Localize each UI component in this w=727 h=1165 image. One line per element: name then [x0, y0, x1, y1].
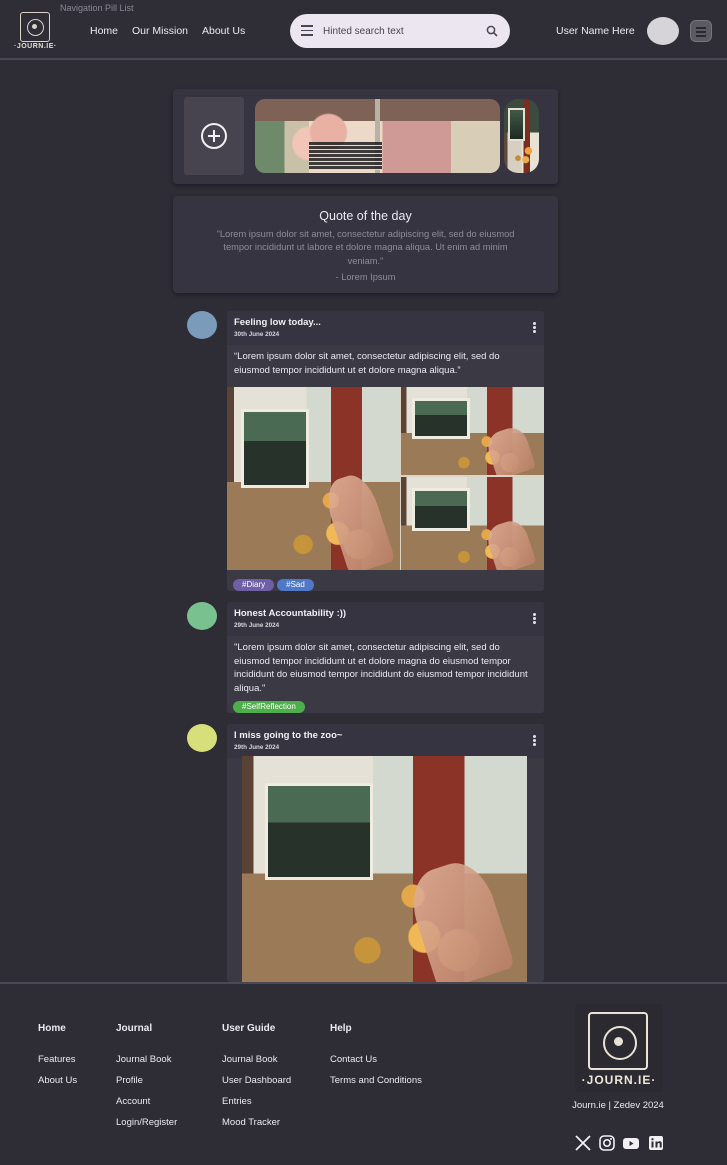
entry-image[interactable]: [242, 756, 527, 982]
footer-link-terms[interactable]: Terms and Conditions: [330, 1075, 422, 1086]
top-app-bar: Navigation Pill List ·JOURN.IE· Home Our…: [0, 0, 727, 60]
quote-of-the-day-card: Quote of the day "Lorem ipsum dolor sit …: [173, 196, 558, 293]
story-card[interactable]: [504, 99, 539, 173]
linkedin-icon[interactable]: [647, 1134, 665, 1152]
post-author-avatar[interactable]: [187, 602, 217, 630]
nav-caption: Navigation Pill List: [60, 3, 134, 13]
more-vert-icon[interactable]: [533, 613, 537, 624]
nav-link-home[interactable]: Home: [90, 25, 118, 37]
footer-link-about-us[interactable]: About Us: [38, 1075, 77, 1086]
more-vert-icon[interactable]: [533, 735, 537, 746]
entry-body: “Lorem ipsum dolor sit amet, consectetur…: [234, 351, 500, 376]
footer-heading-home: Home: [38, 1023, 66, 1034]
footer-heading-journal: Journal: [116, 1023, 153, 1034]
footer-link-user-dashboard[interactable]: User Dashboard: [222, 1075, 291, 1086]
footer-heading-help: Help: [330, 1023, 352, 1034]
post-author-avatar[interactable]: [187, 311, 217, 339]
logo-knot-icon: [588, 1012, 648, 1070]
entry-header: Honest Accountability :)) 29th June 2024: [227, 602, 544, 636]
add-circle-icon: [201, 123, 227, 149]
quote-author: - Lorem Ipsum: [335, 272, 396, 282]
search-icon[interactable]: [486, 25, 498, 37]
journie-logo[interactable]: ·JOURN.IE·: [14, 12, 56, 52]
footer-link-profile[interactable]: Profile: [116, 1075, 143, 1086]
entry-date: 29th June 2024: [234, 744, 280, 751]
logo-text: ·JOURN.IE·: [14, 43, 57, 50]
post-author-avatar[interactable]: [187, 724, 217, 752]
footer-copyright: Journ.ie | Zedev 2024: [572, 1100, 664, 1111]
journal-entry-card[interactable]: Honest Accountability :)) 29th June 2024…: [227, 602, 544, 713]
entry-title: Feeling low today...: [234, 317, 321, 328]
more-vert-icon[interactable]: [533, 322, 537, 333]
entry-image-collage[interactable]: [227, 387, 544, 570]
youtube-icon[interactable]: [622, 1134, 640, 1152]
menu-button[interactable]: [690, 20, 712, 42]
tag-chip[interactable]: #Diary: [233, 579, 275, 591]
entry-date: 29th June 2024: [234, 622, 280, 629]
footer-link-account[interactable]: Account: [116, 1096, 150, 1107]
entry-date: 30th June 2024: [234, 331, 280, 338]
footer: Home Features About Us Journal Journal B…: [0, 982, 727, 1165]
tag-chip[interactable]: #Sad: [277, 579, 314, 591]
footer-heading-user-guide: User Guide: [222, 1023, 276, 1034]
entry-body: "Lorem ipsum dolor sit amet, consectetur…: [234, 642, 528, 694]
entry-title: I miss going to the zoo~: [234, 730, 343, 741]
search-bar: [290, 14, 510, 48]
footer-link-mood-tracker[interactable]: Mood Tracker: [222, 1117, 280, 1128]
user-avatar[interactable]: [647, 17, 679, 45]
entry-header: Feeling low today... 30th June 2024: [227, 311, 544, 345]
footer-link-contact-us[interactable]: Contact Us: [330, 1054, 377, 1065]
footer-link-entries[interactable]: Entries: [222, 1096, 252, 1107]
entry-header: I miss going to the zoo~ 29th June 2024: [227, 724, 544, 758]
entry-tags: #Diary #Sad: [227, 570, 544, 591]
tag-chip[interactable]: #SelfReflection: [233, 701, 305, 713]
footer-link-login-register[interactable]: Login/Register: [116, 1117, 177, 1128]
journal-entry-card[interactable]: Feeling low today... 30th June 2024 “Lor…: [227, 311, 544, 591]
footer-link-guide-journal-book[interactable]: Journal Book: [222, 1054, 277, 1065]
footer-logo[interactable]: ·JOURN.IE·: [575, 1004, 663, 1092]
quote-title: Quote of the day: [319, 209, 412, 223]
x-icon[interactable]: [574, 1134, 592, 1152]
journal-entry-card[interactable]: I miss going to the zoo~ 29th June 2024: [227, 724, 544, 982]
logo-knot-icon: [20, 12, 50, 42]
footer-link-journal-book[interactable]: Journal Book: [116, 1054, 171, 1065]
quote-text: "Lorem ipsum dolor sit amet, consectetur…: [216, 229, 515, 266]
hamburger-menu-icon[interactable]: [301, 25, 313, 37]
footer-link-features[interactable]: Features: [38, 1054, 76, 1065]
entry-tags: #SelfReflection: [227, 695, 544, 713]
story-card[interactable]: [255, 99, 500, 173]
instagram-icon[interactable]: [598, 1134, 616, 1152]
user-name: User Name Here: [556, 25, 635, 37]
stories-strip: [173, 89, 558, 184]
search-input[interactable]: [323, 22, 473, 40]
add-story-button[interactable]: [184, 97, 244, 175]
nav-link-about-us[interactable]: About Us: [202, 25, 245, 37]
nav-link-our-mission[interactable]: Our Mission: [132, 25, 188, 37]
footer-logo-text: ·JOURN.IE·: [581, 1073, 657, 1087]
entry-title: Honest Accountability :)): [234, 608, 347, 619]
